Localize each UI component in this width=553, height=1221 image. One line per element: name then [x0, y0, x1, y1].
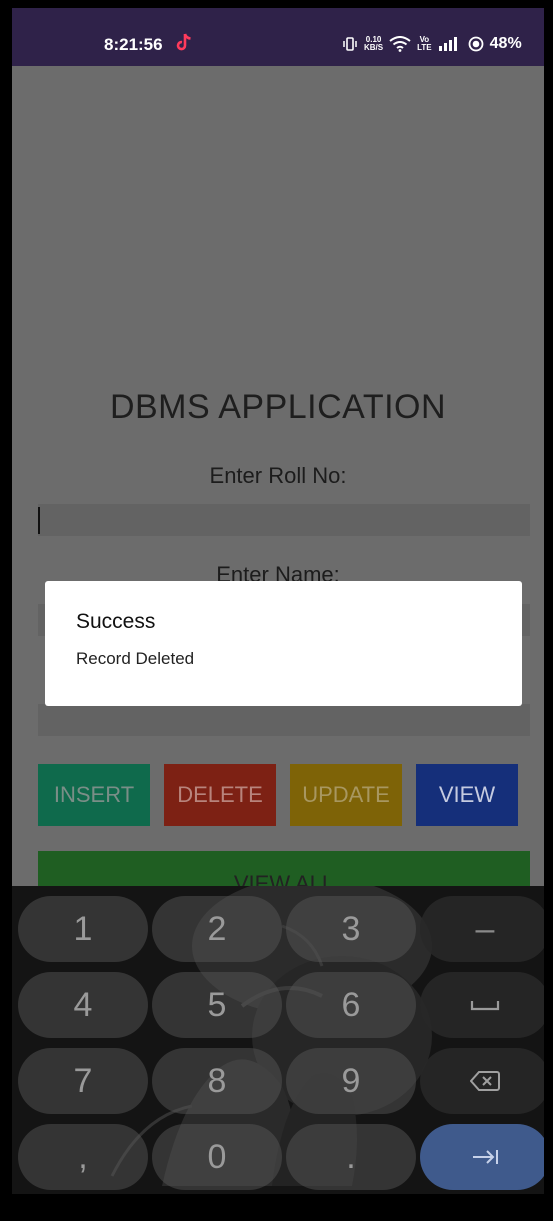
- status-bar: 8:21:56 0.10 KB/S Vo LTE 48%: [12, 8, 544, 66]
- signal-icon: [438, 37, 457, 51]
- roll-input[interactable]: [38, 504, 530, 536]
- backspace-icon: [470, 1071, 500, 1091]
- key-minus[interactable]: –: [420, 896, 544, 962]
- delete-button[interactable]: DELETE: [164, 764, 276, 826]
- key-3[interactable]: 3: [286, 896, 416, 962]
- vibrate-icon: [343, 37, 357, 51]
- net-speed-unit: KB/S: [364, 43, 384, 52]
- view-button[interactable]: VIEW: [416, 764, 518, 826]
- status-icons: 0.10 KB/S Vo LTE 48%: [342, 35, 522, 53]
- key-period[interactable]: .: [286, 1124, 416, 1190]
- status-time: 8:21:56: [104, 35, 163, 54]
- update-button[interactable]: UPDATE: [290, 764, 402, 826]
- key-7[interactable]: 7: [18, 1048, 148, 1114]
- key-next[interactable]: [420, 1124, 544, 1190]
- battery-percent: 48%: [489, 35, 522, 52]
- tiktok-icon: [176, 33, 191, 51]
- key-9[interactable]: 9: [286, 1048, 416, 1114]
- app-screen: DBMS APPLICATION Enter Roll No: Enter Na…: [12, 66, 544, 911]
- key-space[interactable]: [420, 972, 544, 1038]
- key-5[interactable]: 5: [152, 972, 282, 1038]
- wifi-icon: [389, 36, 411, 52]
- battery-saver-icon: [468, 36, 484, 52]
- marks-input[interactable]: [38, 704, 530, 736]
- page-title: DBMS APPLICATION: [109, 388, 447, 426]
- tab-next-icon: [473, 1150, 498, 1164]
- phone-screen: 8:21:56 0.10 KB/S Vo LTE 48% DBMS APPLIC…: [12, 8, 544, 1194]
- key-comma[interactable]: ,: [18, 1124, 148, 1190]
- key-4[interactable]: 4: [18, 972, 148, 1038]
- roll-label: Enter Roll No:: [209, 463, 347, 488]
- alert-dialog[interactable]: Success Record Deleted: [45, 581, 522, 706]
- volte-indicator: Vo LTE: [417, 36, 432, 52]
- text-cursor: [38, 507, 40, 534]
- key-1[interactable]: 1: [18, 896, 148, 962]
- dialog-title: Success: [76, 610, 156, 633]
- space-icon: [470, 1001, 500, 1011]
- insert-button[interactable]: INSERT: [38, 764, 150, 826]
- key-0[interactable]: 0: [152, 1124, 282, 1190]
- volte-bottom: LTE: [417, 43, 432, 52]
- key-8[interactable]: 8: [152, 1048, 282, 1114]
- numeric-keyboard: 1 2 3 – 4 5 6 7 8 9 , 0 .: [12, 886, 544, 1194]
- key-2[interactable]: 2: [152, 896, 282, 962]
- key-backspace[interactable]: [420, 1048, 544, 1114]
- net-speed: 0.10 KB/S: [364, 36, 383, 52]
- key-6[interactable]: 6: [286, 972, 416, 1038]
- dialog-message: Record Deleted: [76, 649, 195, 668]
